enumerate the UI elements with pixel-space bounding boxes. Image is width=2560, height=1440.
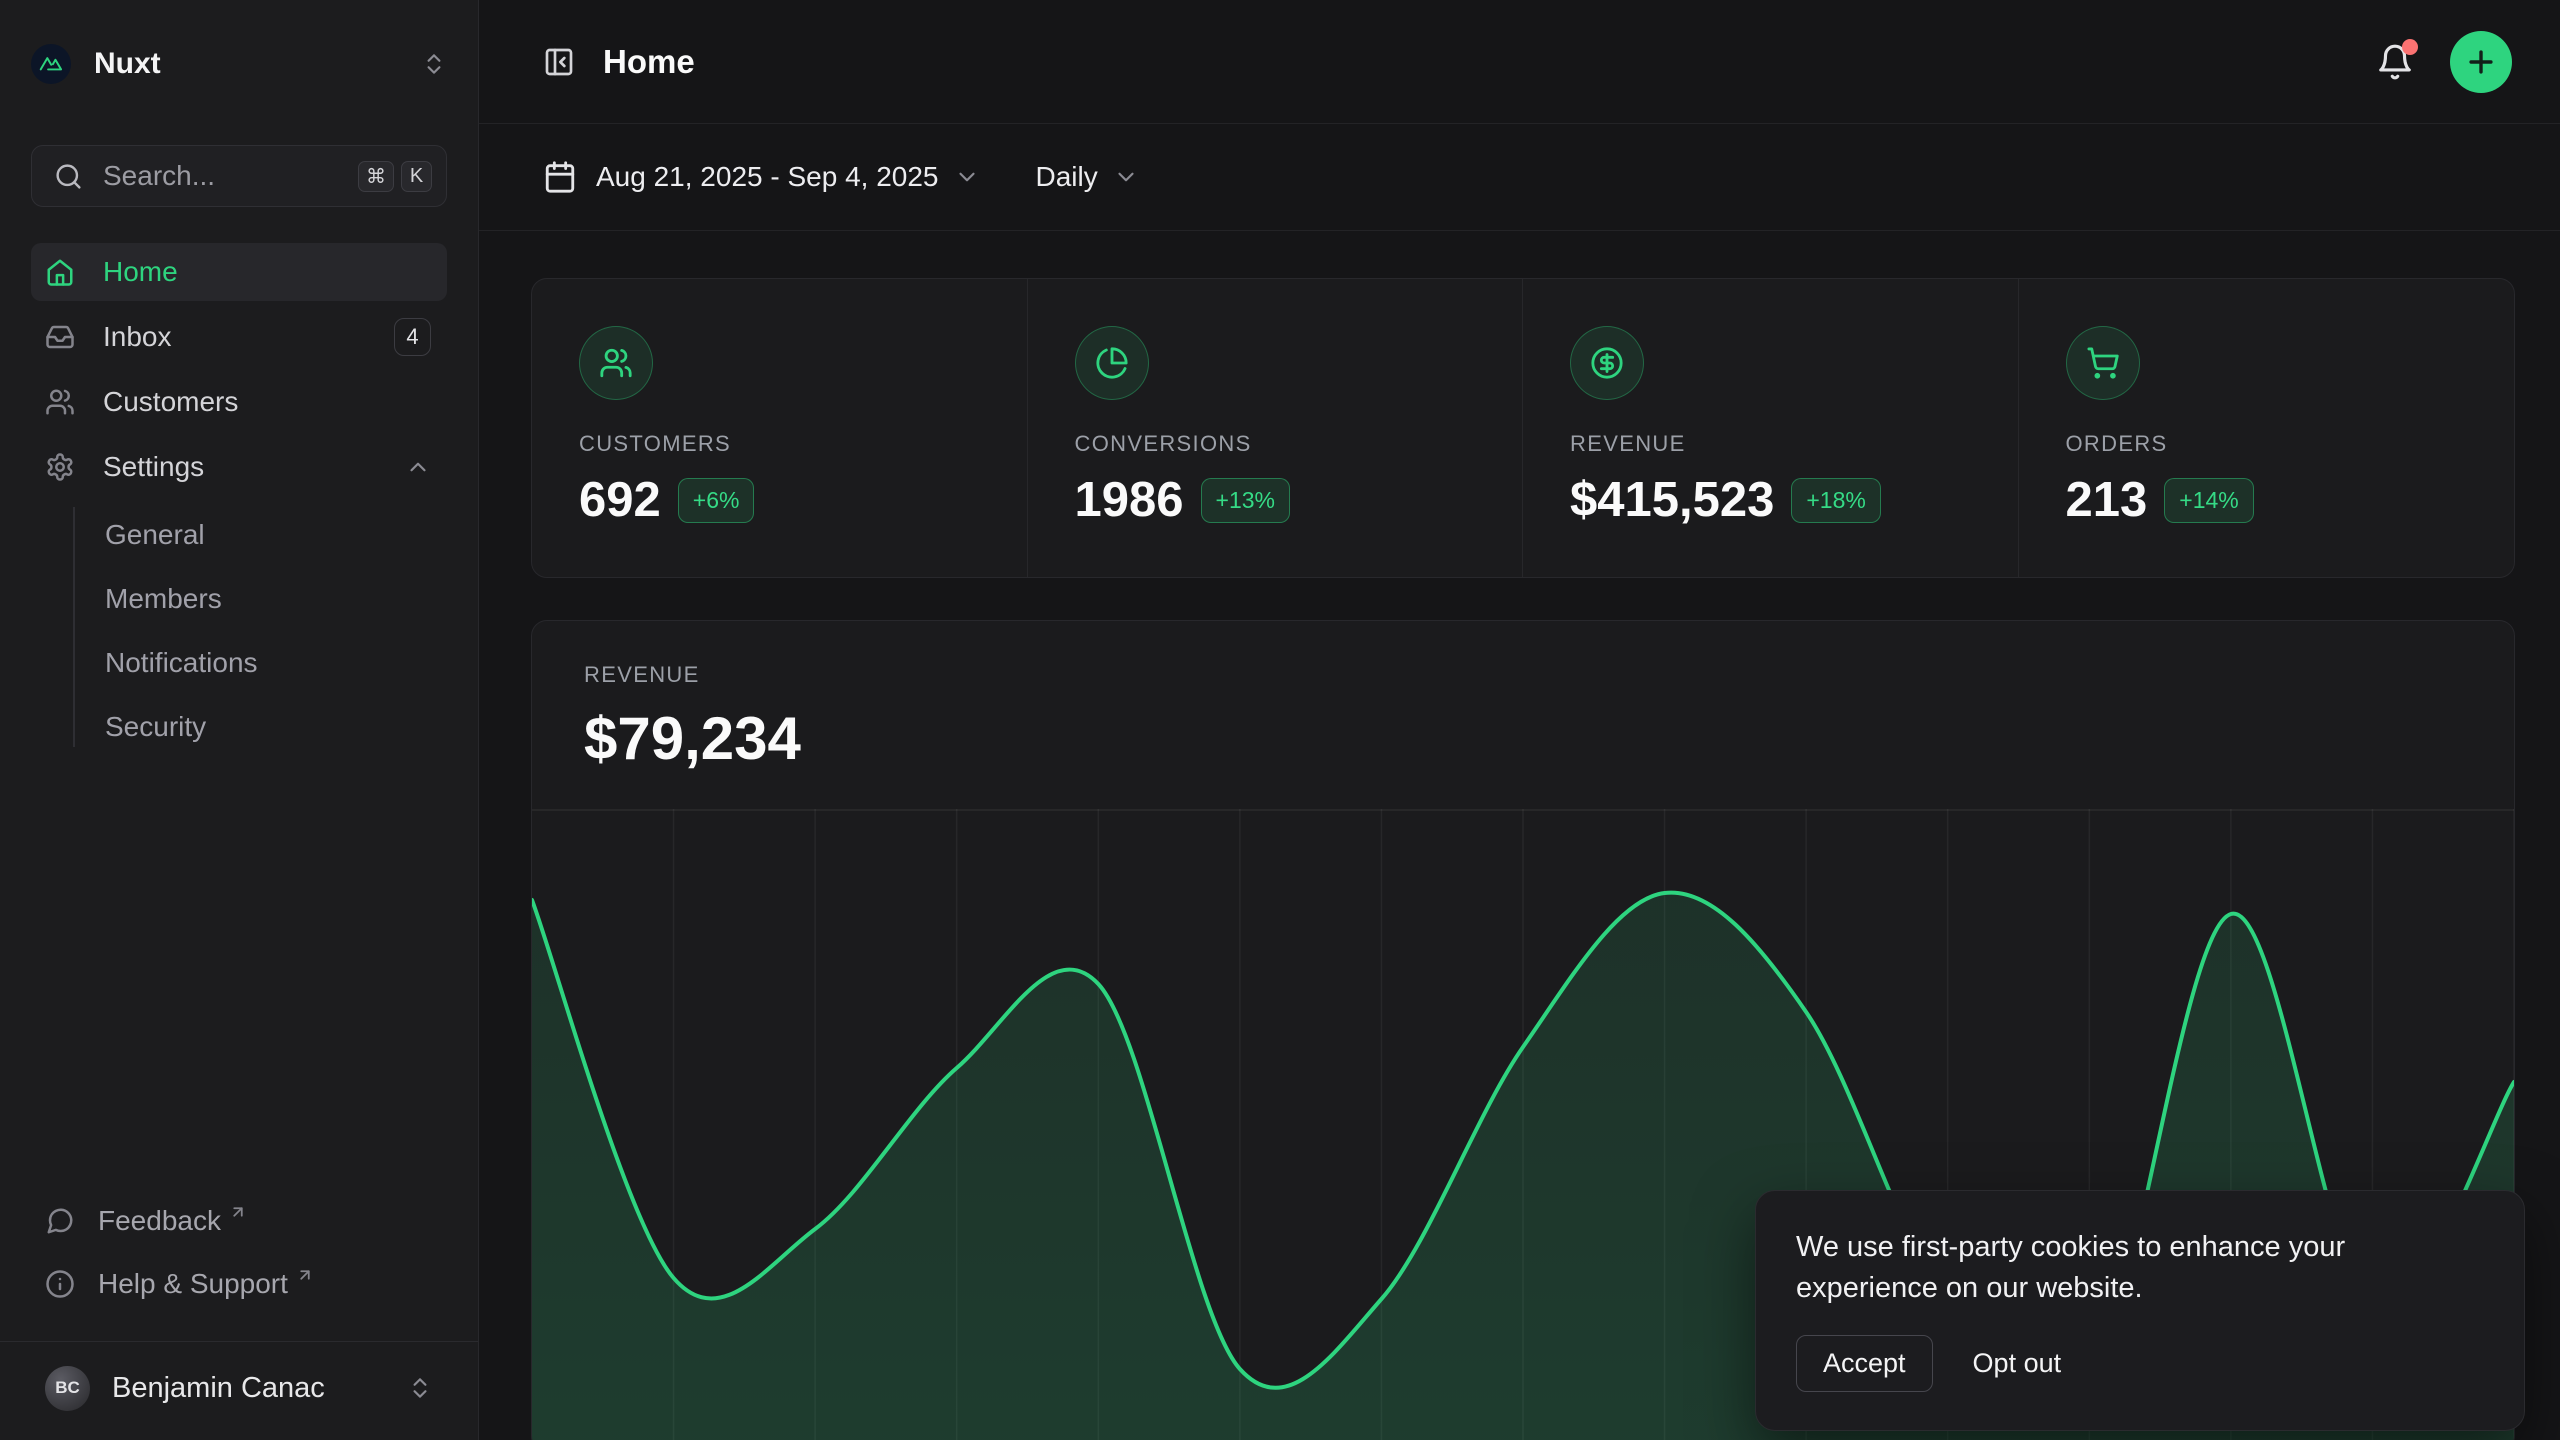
date-range-picker[interactable]: Aug 21, 2025 - Sep 4, 2025: [543, 160, 980, 194]
stat-conversions: CONVERSIONS 1986 +13%: [1028, 279, 1524, 577]
nuxt-logo-icon: [31, 44, 71, 84]
search-icon: [54, 162, 83, 191]
pie-chart-icon: [1075, 326, 1149, 400]
sidebar-footer: Feedback Help & Support: [31, 1193, 447, 1341]
avatar: BC: [45, 1366, 90, 1411]
sidebar-item-security[interactable]: Security: [105, 695, 447, 759]
stat-delta-badge: +13%: [1201, 478, 1290, 523]
home-icon: [45, 257, 75, 287]
stats-row: CUSTOMERS 692 +6% CONVERSIONS 1986 +13%: [531, 278, 2515, 578]
stat-delta-badge: +6%: [678, 478, 755, 523]
topbar-actions: [2376, 31, 2512, 93]
sidebar-item-general[interactable]: General: [105, 503, 447, 567]
stat-value: 1986: [1075, 472, 1184, 528]
search-placeholder: Search...: [103, 160, 215, 192]
message-circle-icon: [45, 1206, 75, 1236]
stat-delta-badge: +18%: [1791, 478, 1880, 523]
sidebar-spacer: [31, 759, 447, 1193]
panel-left-close-icon: [543, 46, 575, 78]
granularity-select[interactable]: Daily: [1036, 161, 1139, 193]
date-range-label: Aug 21, 2025 - Sep 4, 2025: [596, 161, 939, 193]
inbox-count-badge: 4: [394, 318, 431, 356]
external-link-icon: [296, 1266, 314, 1284]
user-menu[interactable]: BC Benjamin Canac: [31, 1360, 447, 1416]
granularity-label: Daily: [1036, 161, 1098, 193]
chevron-up-icon: [405, 454, 431, 480]
user-name: Benjamin Canac: [112, 1372, 325, 1405]
sidebar-item-members[interactable]: Members: [105, 567, 447, 631]
accept-button[interactable]: Accept: [1796, 1335, 1933, 1392]
add-button[interactable]: [2450, 31, 2512, 93]
stat-revenue: REVENUE $415,523 +18%: [1523, 279, 2019, 577]
users-icon: [579, 326, 653, 400]
sidebar-item-home[interactable]: Home: [31, 243, 447, 301]
stat-label: CONVERSIONS: [1075, 431, 1493, 457]
opt-out-button[interactable]: Opt out: [1973, 1348, 2062, 1379]
sidebar-item-settings[interactable]: Settings: [31, 438, 447, 496]
stat-customers: CUSTOMERS 692 +6%: [532, 279, 1028, 577]
chevron-down-icon: [1113, 164, 1139, 190]
stat-value: 692: [579, 472, 661, 528]
sidebar-nav: Home Inbox 4 Customers Settings Genera: [31, 243, 447, 759]
topbar: Home: [479, 0, 2560, 124]
chevron-down-icon: [954, 164, 980, 190]
calendar-icon: [543, 160, 577, 194]
stat-label: CUSTOMERS: [579, 431, 997, 457]
chevrons-up-down-icon: [421, 51, 447, 77]
notifications-button[interactable]: [2376, 43, 2414, 81]
sidebar: Nuxt Search... ⌘ K Home Inbox 4: [0, 0, 479, 1440]
stat-value: 213: [2066, 472, 2148, 528]
workspace-switcher[interactable]: Nuxt: [31, 44, 447, 84]
sidebar-item-notifications[interactable]: Notifications: [105, 631, 447, 695]
stat-delta-badge: +14%: [2164, 478, 2253, 523]
revenue-head: REVENUE $79,234: [532, 621, 2514, 809]
cookie-banner: We use first-party cookies to enhance yo…: [1755, 1190, 2525, 1431]
gear-icon: [45, 452, 75, 482]
notification-dot: [2402, 39, 2418, 55]
cookie-message: We use first-party cookies to enhance yo…: [1796, 1227, 2484, 1309]
settings-subnav: General Members Notifications Security: [31, 503, 447, 759]
sidebar-item-customers[interactable]: Customers: [31, 373, 447, 431]
inbox-icon: [45, 322, 75, 352]
sidebar-item-help-support[interactable]: Help & Support: [31, 1256, 447, 1312]
user-section: BC Benjamin Canac: [0, 1341, 478, 1440]
users-icon: [45, 387, 75, 417]
sidebar-collapse-button[interactable]: [543, 46, 575, 78]
shopping-cart-icon: [2066, 326, 2140, 400]
info-circle-icon: [45, 1269, 75, 1299]
workspace-name: Nuxt: [94, 47, 161, 81]
revenue-label: REVENUE: [584, 662, 2462, 688]
page-title: Home: [603, 43, 695, 81]
stat-label: ORDERS: [2066, 431, 2485, 457]
chevrons-up-down-icon: [407, 1375, 433, 1401]
sidebar-item-feedback[interactable]: Feedback: [31, 1193, 447, 1249]
search-shortcut: ⌘ K: [358, 161, 432, 192]
circle-dollar-icon: [1570, 326, 1644, 400]
cookie-actions: Accept Opt out: [1796, 1335, 2484, 1392]
search-input[interactable]: Search... ⌘ K: [31, 145, 447, 207]
external-link-icon: [229, 1203, 247, 1221]
sidebar-item-inbox[interactable]: Inbox 4: [31, 308, 447, 366]
toolbar: Aug 21, 2025 - Sep 4, 2025 Daily: [479, 124, 2560, 231]
kbd-k: K: [401, 161, 432, 192]
stat-value: $415,523: [1570, 472, 1774, 528]
plus-icon: [2464, 45, 2498, 79]
kbd-cmd: ⌘: [358, 161, 394, 192]
stat-orders: ORDERS 213 +14%: [2019, 279, 2515, 577]
revenue-total: $79,234: [584, 704, 2462, 773]
stat-label: REVENUE: [1570, 431, 1988, 457]
